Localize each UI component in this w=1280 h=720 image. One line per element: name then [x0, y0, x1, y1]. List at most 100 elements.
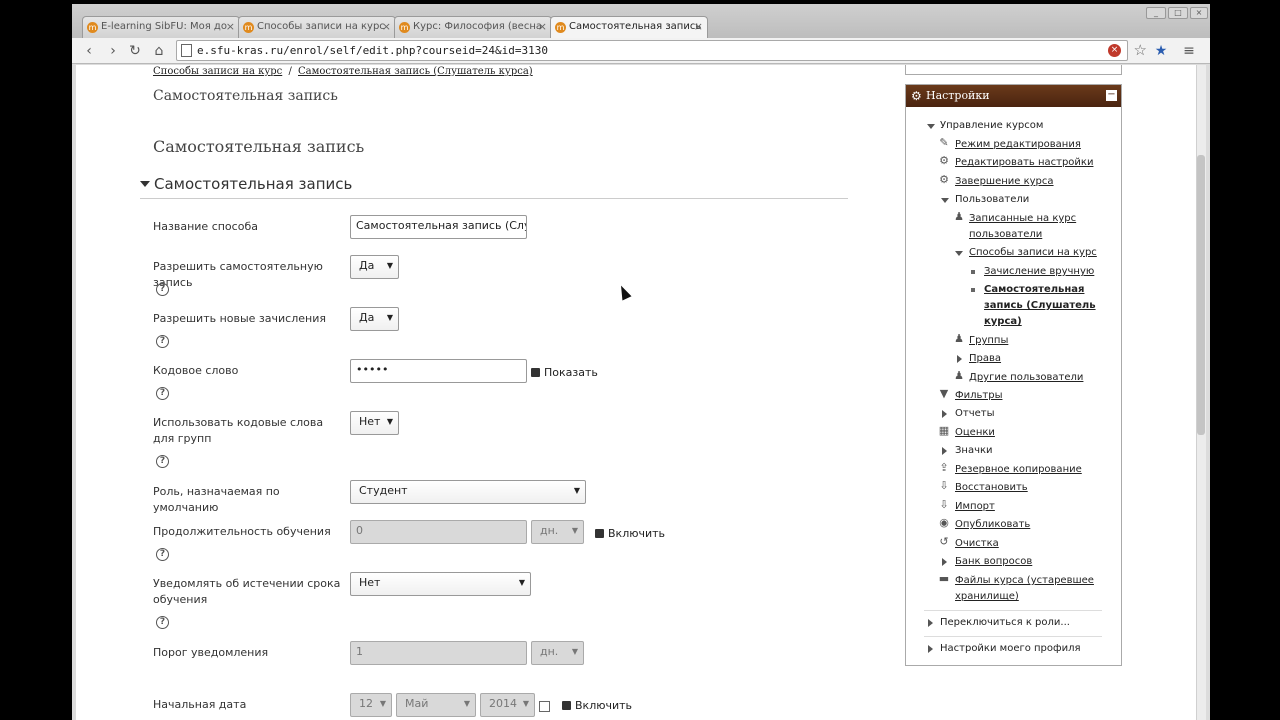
self-enrol-current-line2: запись (Слушатель: [984, 300, 1096, 311]
import-icon: ⇩: [939, 498, 949, 511]
form-legend[interactable]: Самостоятельная запись: [140, 175, 848, 199]
dropdown-arrow-icon: ▼: [463, 699, 470, 708]
address-bar[interactable]: e.sfu-kras.ru/enrol/self/edit.php?course…: [176, 40, 1147, 61]
legacy-files-link-line2[interactable]: хранилище): [955, 589, 1019, 605]
tab-course-philosophy[interactable]: m Курс: Философия (весна ×: [394, 16, 552, 38]
group-keys-select[interactable]: Нет ▼: [350, 411, 399, 435]
help-icon[interactable]: ?: [156, 616, 169, 629]
start-year-select[interactable]: 2014 ▼: [480, 693, 535, 717]
enrol-period-unit-select[interactable]: дн. ▼: [531, 520, 584, 544]
close-tab-icon[interactable]: ×: [382, 20, 391, 33]
badges-node[interactable]: Значки: [955, 443, 993, 459]
switch-role-node[interactable]: Переключиться к роли...: [940, 615, 1070, 631]
menu-icon[interactable]: ≡: [1180, 42, 1198, 60]
users-node[interactable]: Пользователи: [955, 192, 1029, 208]
settings-block-header: ⚙ Настройки −: [906, 85, 1121, 107]
allow-new-enrols-select[interactable]: Да ▼: [350, 307, 399, 331]
publish-globe-icon: ◉: [939, 516, 949, 529]
bullet-icon: [971, 288, 975, 292]
default-role-select[interactable]: Студент ▼: [350, 480, 586, 504]
permissions-link[interactable]: Права: [969, 351, 1001, 367]
start-date-enable-checkbox[interactable]: Включить: [562, 699, 632, 712]
edit-mode-link[interactable]: Режим редактирования: [955, 137, 1081, 153]
self-enrol-current-line1: Самостоятельная: [984, 284, 1085, 295]
reset-icon: ↺: [939, 535, 949, 548]
help-icon[interactable]: ?: [156, 387, 169, 400]
notify-threshold-input[interactable]: 1: [350, 641, 527, 665]
grades-link[interactable]: Оценки: [955, 425, 995, 441]
close-window-icon[interactable]: ×: [1190, 7, 1208, 19]
notify-threshold-unit-select[interactable]: дн. ▼: [531, 641, 584, 665]
other-users-link[interactable]: Другие пользователи: [969, 370, 1083, 386]
reset-link[interactable]: Очистка: [955, 536, 999, 552]
help-icon[interactable]: ?: [156, 283, 169, 296]
enrol-period-enable-checkbox[interactable]: Включить: [595, 527, 665, 540]
reports-node[interactable]: Отчеты: [955, 406, 994, 422]
enrolled-users-link-line2[interactable]: пользователи: [969, 227, 1042, 243]
enrol-methods-link[interactable]: Способы записи на курс: [969, 245, 1097, 261]
backup-link[interactable]: Резервное копирование: [955, 462, 1082, 478]
manual-enrol-link[interactable]: Зачисление вручную: [984, 264, 1094, 280]
allow-new-enrols-label: Разрешить новые зачисления: [153, 312, 326, 325]
help-icon[interactable]: ?: [156, 455, 169, 468]
page-scrollbar[interactable]: [1196, 65, 1206, 720]
keyword-input[interactable]: •••••: [350, 359, 527, 383]
start-month-select[interactable]: Май ▼: [396, 693, 476, 717]
start-day-select[interactable]: 12 ▼: [350, 693, 392, 717]
extension-icon[interactable]: ★: [1152, 42, 1170, 60]
gear-icon: ⚙: [939, 154, 949, 167]
minimize-icon[interactable]: _: [1146, 7, 1166, 19]
close-tab-icon[interactable]: ×: [694, 20, 703, 33]
maximize-icon[interactable]: □: [1168, 7, 1188, 19]
dropdown-arrow-icon: ▼: [573, 486, 580, 495]
legacy-files-link-line1[interactable]: Файлы курса (устаревшее: [955, 573, 1094, 589]
url-text: e.sfu-kras.ru/enrol/self/edit.php?course…: [197, 44, 548, 57]
forward-icon[interactable]: ›: [104, 42, 122, 60]
group-keys-label: Использовать кодовые слова для групп: [153, 416, 324, 445]
method-name-label: Название способа: [153, 220, 258, 233]
filters-link[interactable]: Фильтры: [955, 388, 1002, 404]
dropdown-arrow-icon: ▼: [386, 417, 393, 426]
bookmark-star-icon[interactable]: ☆: [1134, 41, 1147, 60]
tab-elearning[interactable]: m E-learning SibFU: Моя до ×: [82, 16, 240, 38]
import-link[interactable]: Импорт: [955, 499, 995, 515]
scrollbar-thumb[interactable]: [1197, 155, 1205, 435]
allow-self-enrol-select[interactable]: Да ▼: [350, 255, 399, 279]
breadcrumb-self-enrol[interactable]: Самостоятельная запись (Слушатель курса): [298, 66, 533, 77]
close-tab-icon[interactable]: ×: [226, 20, 235, 33]
help-icon[interactable]: ?: [156, 548, 169, 561]
help-icon[interactable]: ?: [156, 335, 169, 348]
breadcrumb-enrol-methods[interactable]: Способы записи на курс: [153, 66, 282, 77]
reload-icon[interactable]: ↻: [126, 42, 144, 60]
moodle-favicon-icon: m: [243, 22, 254, 33]
pencil-icon: ✎: [939, 136, 949, 149]
dropdown-arrow-icon: ▼: [571, 647, 578, 656]
course-admin-node[interactable]: Управление курсом: [940, 118, 1043, 134]
home-icon[interactable]: ⌂: [150, 42, 168, 60]
publish-link[interactable]: Опубликовать: [955, 517, 1030, 533]
edit-settings-link[interactable]: Редактировать настройки: [955, 155, 1093, 171]
course-completion-link[interactable]: Завершение курса: [955, 174, 1054, 190]
question-bank-link[interactable]: Банк вопросов: [955, 554, 1032, 570]
notify-expiry-label: Уведомлять об истечении срока обучения: [153, 577, 341, 606]
moodle-favicon-icon: m: [87, 22, 98, 33]
notify-expiry-select[interactable]: Нет ▼: [350, 572, 531, 596]
enrol-period-input[interactable]: 0: [350, 520, 527, 544]
calendar-icon[interactable]: [539, 701, 550, 712]
enrolled-users-link-line1[interactable]: Записанные на курс: [969, 211, 1076, 227]
dropdown-arrow-icon: ▼: [386, 261, 393, 270]
show-keyword-checkbox[interactable]: Показать: [531, 366, 598, 379]
self-enrol-current-line3: курса): [984, 316, 1022, 327]
tab-enrol-methods[interactable]: m Способы записи на курс ×: [238, 16, 396, 38]
collapse-block-icon[interactable]: −: [1106, 90, 1117, 101]
method-name-input[interactable]: Самостоятельная запись (Слушатель курса): [350, 215, 527, 239]
groups-link[interactable]: Группы: [969, 333, 1008, 349]
my-profile-settings-node[interactable]: Настройки моего профиля: [940, 641, 1080, 657]
back-icon[interactable]: ‹: [80, 42, 98, 60]
tab-self-enrol[interactable]: m Самостоятельная запись ×: [550, 16, 708, 38]
default-role-label: Роль, назначаемая по умолчанию: [153, 485, 280, 514]
close-tab-icon[interactable]: ×: [538, 20, 547, 33]
restore-link[interactable]: Восстановить: [955, 480, 1028, 496]
stop-icon[interactable]: ×: [1108, 44, 1121, 57]
group-icon: ♟: [954, 332, 964, 345]
